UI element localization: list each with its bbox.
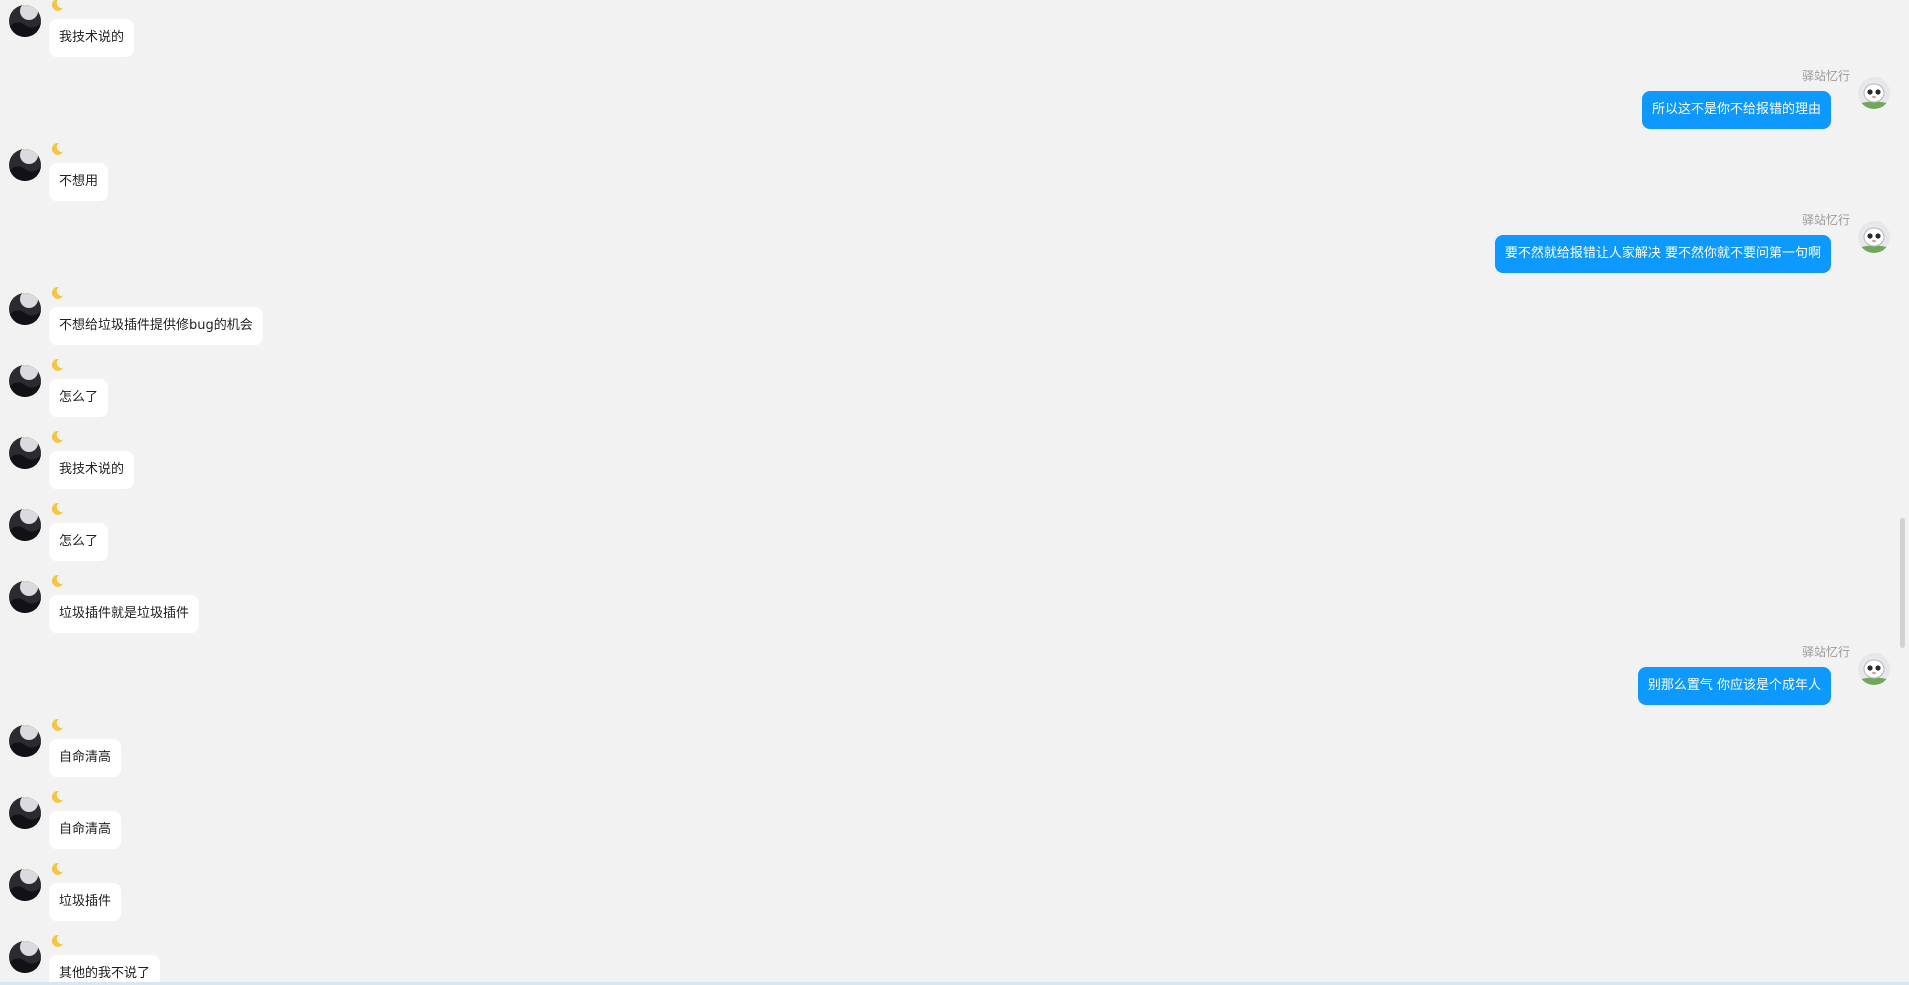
avatar-other[interactable] — [9, 725, 41, 757]
message-bubble[interactable]: 怎么了 — [49, 523, 109, 561]
avatar-other[interactable] — [9, 869, 41, 901]
message-bubble[interactable]: 所以这不是你不给报错的理由 — [1641, 91, 1831, 129]
message-bubble[interactable]: 要不然就给报错让人家解决 要不然你就不要问第一句啊 — [1494, 235, 1831, 273]
scrollbar-thumb[interactable] — [1900, 518, 1905, 648]
message-bubble[interactable]: 怎么了 — [49, 379, 109, 417]
avatar-other[interactable] — [9, 437, 41, 469]
crescent-moon-icon — [48, 860, 66, 878]
crescent-moon-icon — [48, 356, 66, 374]
chat-window: 我技术说的 驿站忆行 所以这不是你不给报错的理由 不想用 驿站忆行 要不然就给报… — [0, 0, 1909, 985]
avatar-self[interactable] — [1858, 221, 1890, 253]
sender-nickname: 驿站忆行 — [1801, 213, 1850, 227]
avatar-other[interactable] — [9, 941, 41, 973]
sender-nickname: 驿站忆行 — [1801, 645, 1850, 659]
avatar-other[interactable] — [9, 5, 41, 37]
message-bubble[interactable]: 垃圾插件就是垃圾插件 — [49, 595, 200, 633]
sender-nickname: 驿站忆行 — [1801, 69, 1850, 83]
crescent-moon-icon — [48, 932, 66, 950]
avatar-self[interactable] — [1858, 653, 1890, 685]
avatar-other[interactable] — [9, 365, 41, 397]
avatar-other[interactable] — [9, 581, 41, 613]
message-bubble[interactable]: 别那么置气 你应该是个成年人 — [1637, 667, 1831, 705]
message-bubble[interactable]: 其他的我不说了 — [49, 955, 161, 985]
crescent-moon-icon — [48, 572, 66, 590]
crescent-moon-icon — [48, 716, 66, 734]
avatar-other[interactable] — [9, 149, 41, 181]
avatar-self[interactable] — [1858, 77, 1890, 109]
avatar-other[interactable] — [9, 509, 41, 541]
crescent-moon-icon — [48, 0, 66, 14]
message-bubble[interactable]: 我技术说的 — [49, 19, 135, 57]
message-bubble[interactable]: 不想给垃圾插件提供修bug的机会 — [49, 307, 263, 345]
avatar-other[interactable] — [9, 293, 41, 325]
message-bubble[interactable]: 自命清高 — [49, 739, 122, 777]
crescent-moon-icon — [48, 140, 66, 158]
avatar-other[interactable] — [9, 797, 41, 829]
crescent-moon-icon — [48, 788, 66, 806]
message-bubble[interactable]: 不想用 — [49, 163, 109, 201]
message-bubble[interactable]: 垃圾插件 — [49, 883, 122, 921]
crescent-moon-icon — [48, 284, 66, 302]
scrollbar[interactable] — [1897, 0, 1909, 985]
crescent-moon-icon — [48, 428, 66, 446]
crescent-moon-icon — [48, 500, 66, 518]
message-bubble[interactable]: 我技术说的 — [49, 451, 135, 489]
message-bubble[interactable]: 自命清高 — [49, 811, 122, 849]
